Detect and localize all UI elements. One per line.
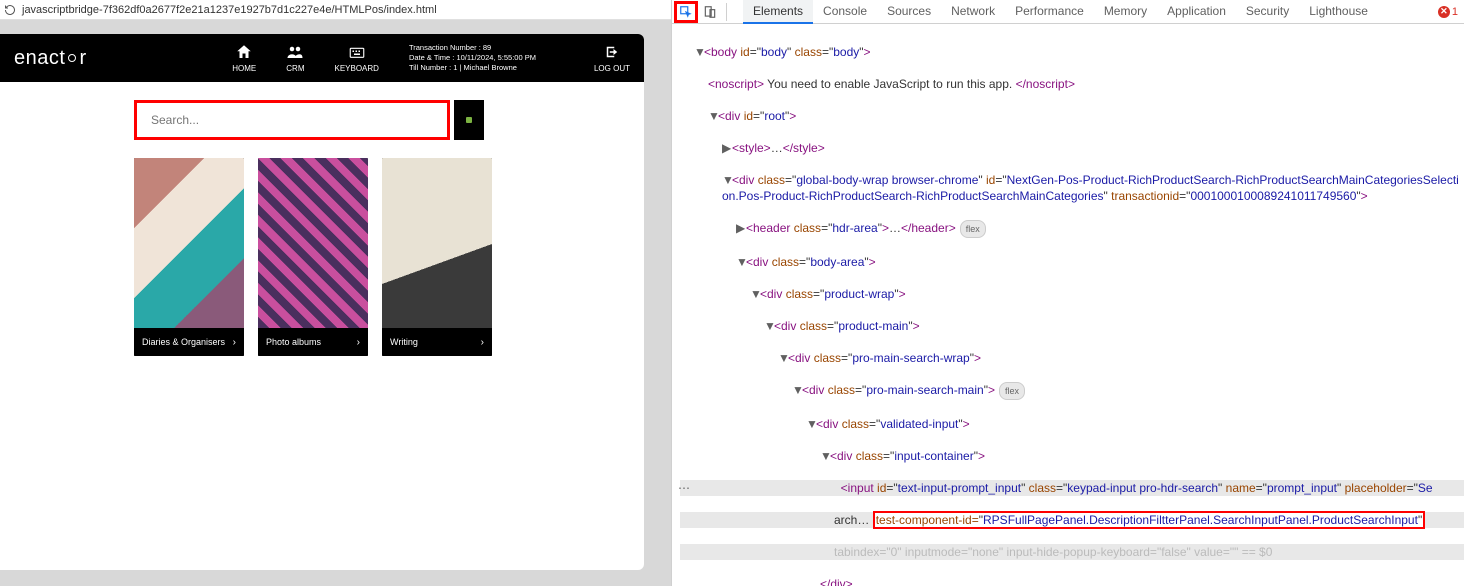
- home-icon: [235, 43, 253, 61]
- search-input[interactable]: [139, 105, 445, 135]
- category-label: Photo albums: [266, 337, 321, 347]
- devtools-toolbar: ElementsConsoleSourcesNetworkPerformance…: [672, 0, 1464, 24]
- nav-logout-label: LOG OUT: [594, 64, 630, 73]
- devtools-tab-lighthouse[interactable]: Lighthouse: [1299, 0, 1378, 24]
- category-label: Writing: [390, 337, 418, 347]
- transaction-info: Transaction Number : 89 Date & Time : 10…: [409, 43, 536, 72]
- app-header: enactr HOME CRM KEYBOARD: [0, 34, 644, 82]
- app-frame: enactr HOME CRM KEYBOARD: [0, 34, 644, 570]
- devtools-tab-sources[interactable]: Sources: [877, 0, 941, 24]
- app-stage: enactr HOME CRM KEYBOARD: [0, 20, 671, 586]
- nav-crm[interactable]: CRM: [286, 43, 304, 73]
- chevron-right-icon: ›: [233, 337, 236, 348]
- error-badge[interactable]: ✕1: [1438, 6, 1462, 18]
- highlighted-attribute: test-component-id="RPSFullPagePanel.Desc…: [873, 511, 1426, 529]
- browser-url-bar: javascriptbridge-7f362df0a2677f2e21a1237…: [0, 0, 671, 20]
- nav-logout[interactable]: LOG OUT: [594, 43, 630, 73]
- logout-icon: [603, 43, 621, 61]
- devtools-tab-network[interactable]: Network: [941, 0, 1005, 24]
- search-input-highlight: [134, 100, 450, 140]
- category-label: Diaries & Organisers: [142, 337, 225, 347]
- nav-home[interactable]: HOME: [232, 43, 256, 73]
- logo: enactr: [14, 47, 87, 70]
- nav-keyboard-label: KEYBOARD: [334, 64, 378, 73]
- device-toggle-icon[interactable]: [698, 1, 722, 23]
- category-image: [258, 158, 368, 328]
- devtools-tab-elements[interactable]: Elements: [743, 0, 813, 24]
- keyboard-icon: [348, 43, 366, 61]
- devtools-tab-application[interactable]: Application: [1157, 0, 1236, 24]
- category-card[interactable]: Photo albums ›: [258, 158, 368, 356]
- nav-home-label: HOME: [232, 64, 256, 73]
- devtools-tab-memory[interactable]: Memory: [1094, 0, 1157, 24]
- category-image: [382, 158, 492, 328]
- devtools-tab-console[interactable]: Console: [813, 0, 877, 24]
- devtools-tab-security[interactable]: Security: [1236, 0, 1299, 24]
- category-card[interactable]: Writing ›: [382, 158, 492, 356]
- search-icon: [466, 117, 472, 123]
- url-text[interactable]: javascriptbridge-7f362df0a2677f2e21a1237…: [22, 4, 437, 16]
- chevron-right-icon: ›: [357, 337, 360, 348]
- search-button[interactable]: [454, 100, 484, 140]
- inspect-element-icon[interactable]: [674, 1, 698, 23]
- dom-tree[interactable]: ▼<body id="body" class="body"> <noscript…: [672, 24, 1464, 586]
- devtools-tab-performance[interactable]: Performance: [1005, 0, 1094, 24]
- nav-crm-label: CRM: [286, 64, 304, 73]
- chevron-right-icon: ›: [481, 337, 484, 348]
- people-icon: [286, 43, 304, 61]
- category-image: [134, 158, 244, 328]
- nav-keyboard[interactable]: KEYBOARD: [334, 43, 378, 73]
- reload-icon[interactable]: [2, 2, 18, 18]
- category-card[interactable]: Diaries & Organisers ›: [134, 158, 244, 356]
